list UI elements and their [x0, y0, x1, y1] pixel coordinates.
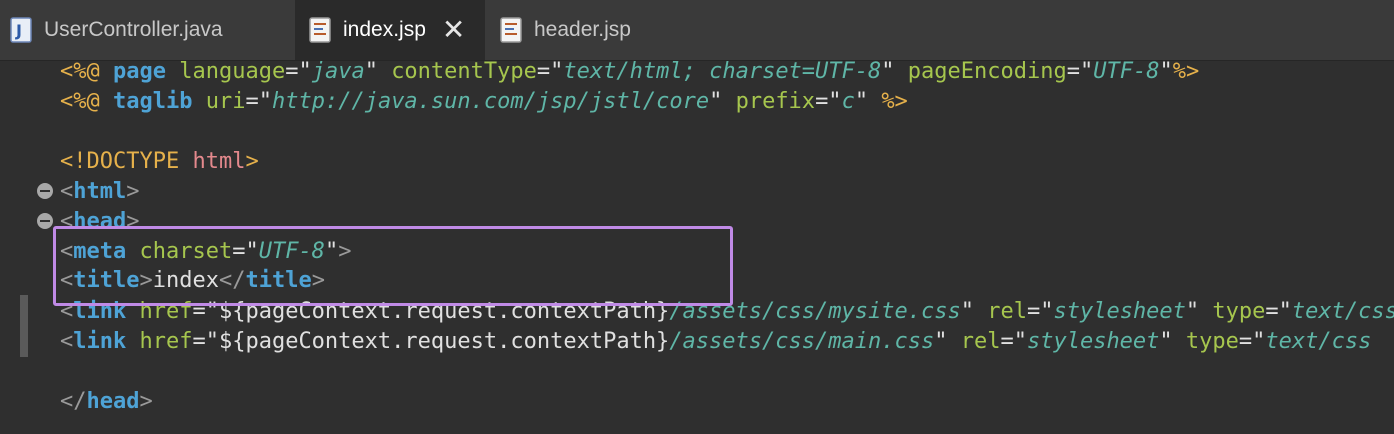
- jsp-file-icon: [309, 17, 331, 43]
- code-line: <link href="${pageContext.request.contex…: [60, 329, 1372, 354]
- change-marker: [20, 295, 28, 357]
- code-line: <html>: [60, 179, 140, 204]
- svg-text:J: J: [15, 21, 22, 40]
- highlight-annotation-box: [53, 226, 733, 306]
- close-icon[interactable]: ✕: [442, 16, 465, 44]
- editor-tab-bar: J UserController.java index.jsp ✕ header…: [0, 0, 1394, 61]
- tab-label: index.jsp: [343, 18, 426, 41]
- code-line: <%@ page language="java" contentType="te…: [60, 59, 1200, 84]
- tab-index-jsp[interactable]: index.jsp ✕: [295, 0, 485, 60]
- java-file-icon: J: [10, 17, 32, 43]
- fold-collapse-icon[interactable]: [37, 183, 53, 199]
- tab-usercontroller-java[interactable]: J UserController.java: [0, 0, 290, 60]
- code-line: <%@ taglib uri="http://java.sun.com/jsp/…: [60, 89, 908, 114]
- code-line: </head>: [60, 389, 153, 414]
- tab-label: UserController.java: [44, 18, 223, 41]
- tab-header-jsp[interactable]: header.jsp: [488, 0, 678, 60]
- jsp-file-icon: [500, 17, 522, 43]
- tab-label: header.jsp: [534, 18, 631, 41]
- fold-collapse-icon[interactable]: [37, 213, 53, 229]
- code-line: <!DOCTYPE html>: [60, 149, 259, 174]
